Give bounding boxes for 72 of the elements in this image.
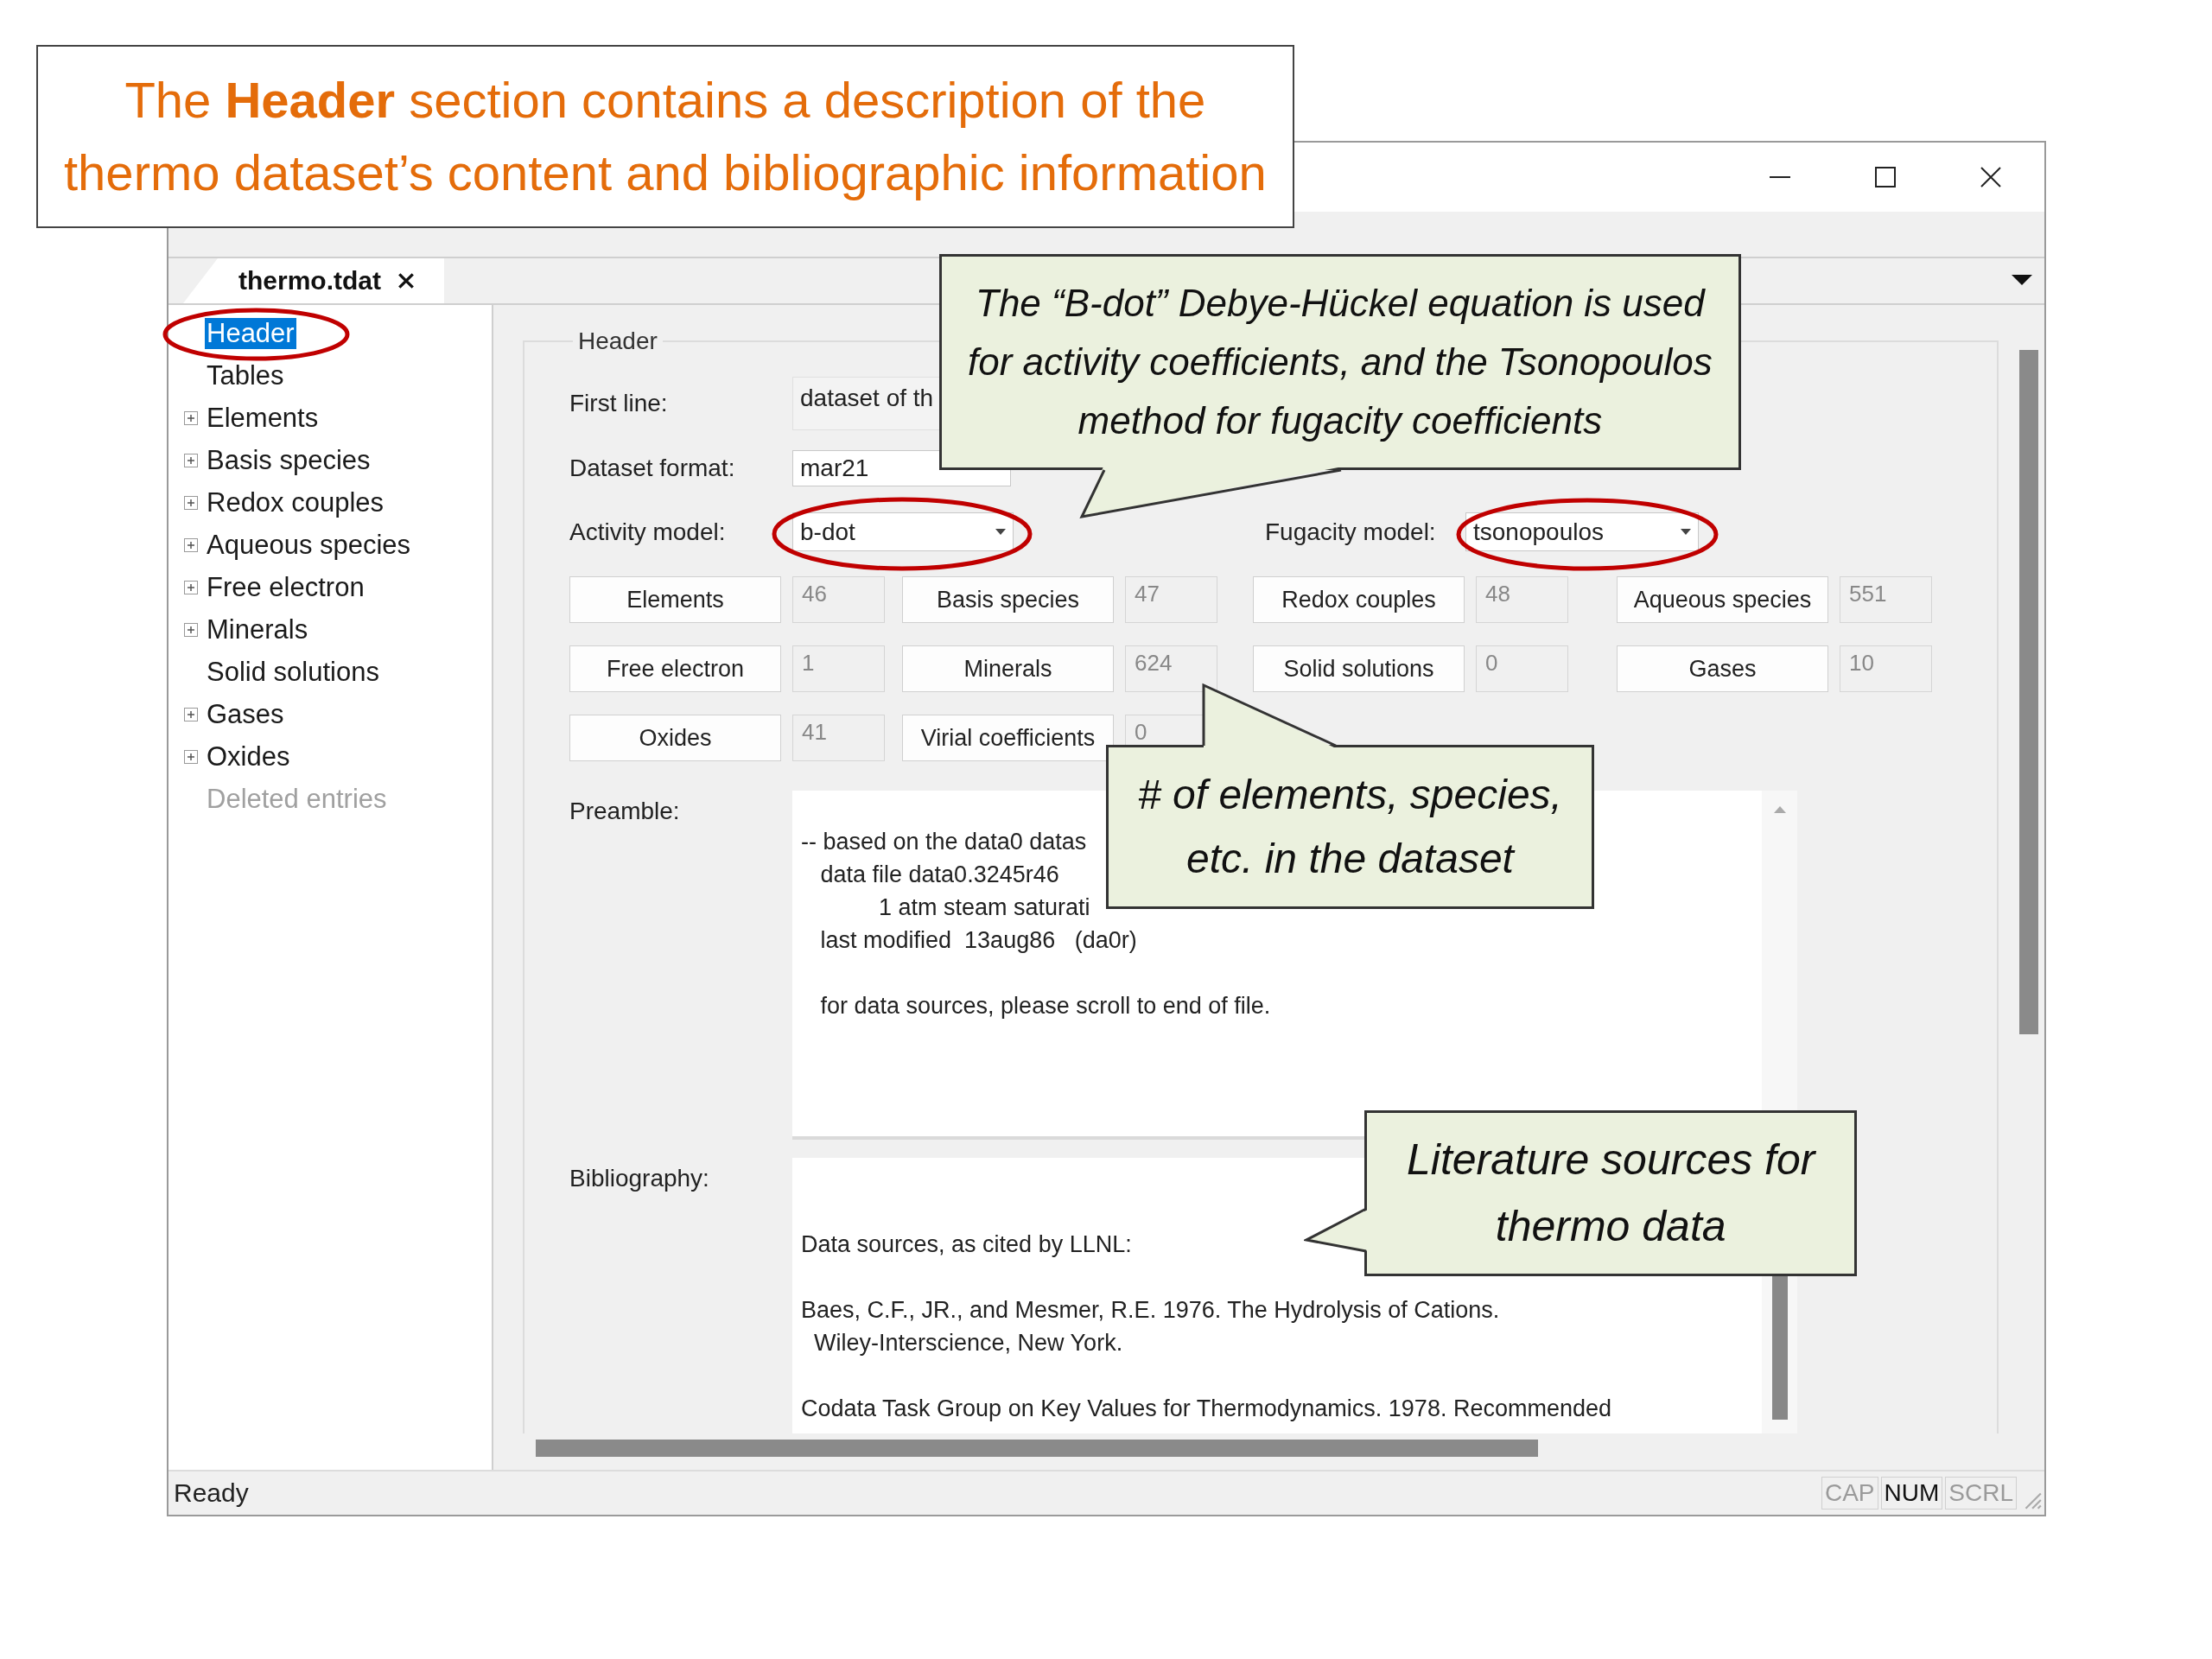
field-label: Dataset format: — [569, 454, 736, 482]
text-line: Wiley-Interscience, New York. — [813, 1329, 1123, 1357]
count-field: 624 — [1125, 645, 1217, 692]
expand-icon[interactable] — [184, 707, 198, 721]
maximize-icon[interactable] — [1874, 166, 1897, 188]
category-button[interactable]: Basis species — [902, 576, 1114, 623]
key-indicator: NUM — [1880, 1477, 1943, 1510]
dropdown-field[interactable]: b-dot — [792, 512, 1014, 551]
field-label: Activity model: — [569, 518, 727, 546]
tree-item[interactable]: Gases — [205, 698, 286, 730]
expand-icon[interactable] — [184, 580, 198, 594]
key-indicator: CAP — [1821, 1477, 1878, 1510]
tree-item[interactable]: Header — [205, 317, 296, 349]
expand-icon[interactable] — [184, 410, 198, 425]
status-text: Ready — [174, 1478, 249, 1508]
banner-text: The Header section contains a description of the thermo dataset’s content and bibliographic information — [64, 71, 1267, 203]
category-button[interactable]: Virial coefficients — [902, 715, 1114, 761]
tree-item[interactable]: Basis species — [205, 444, 372, 476]
text-line: Baes, C.F., JR., and Mesmer, R.E. 1976. The Hydrolysis of Cations. — [801, 1296, 1500, 1325]
tree-item[interactable]: Solid solutions — [205, 656, 381, 688]
callout-text: The “B-dot” Debye-Hückel equation is used for activity coefficients, and the Tsonopoulos method for fugacity coefficients — [968, 281, 1713, 443]
dropdown-arrow-icon[interactable] — [995, 528, 1006, 536]
dropdown-field[interactable]: tsonopoulos — [1465, 512, 1699, 551]
category-button[interactable]: Redox couples — [1253, 576, 1465, 623]
count-field: 1 — [792, 645, 885, 692]
field-label: First line: — [569, 390, 669, 417]
text-line: Codata Task Group on Key Values for Thermodynamics. 1978. Recommended — [801, 1395, 1611, 1423]
document-tab[interactable]: thermo.tdat — [183, 258, 444, 303]
category-button[interactable]: Oxides — [569, 715, 781, 761]
text-line: last modified 13aug86 (da0r) — [819, 926, 1137, 955]
field-label: Bibliography: — [569, 1164, 710, 1192]
tree-item[interactable]: Redox couples — [205, 486, 386, 518]
text-line: -- based on the data0 datas — [801, 828, 1087, 856]
text-line: for data sources, please scroll to end of file. — [819, 992, 1271, 1020]
key-indicator: SCRL — [1945, 1477, 2017, 1510]
category-button[interactable]: Elements — [569, 576, 781, 623]
group-title: Header — [577, 327, 658, 355]
tree-item[interactable]: Elements — [205, 402, 321, 434]
tree-item[interactable]: Oxides — [205, 741, 292, 772]
tree-item[interactable]: Tables — [205, 359, 286, 391]
category-button[interactable]: Gases — [1617, 645, 1828, 692]
category-button[interactable]: Solid solutions — [1253, 645, 1465, 692]
scrollbar-thumb[interactable] — [2019, 350, 2038, 1034]
count-field: 46 — [792, 576, 885, 623]
text-line: 1 atm steam saturati — [878, 893, 1090, 922]
count-field: 47 — [1125, 576, 1217, 623]
count-field: 0 — [1476, 645, 1568, 692]
expand-icon[interactable] — [184, 749, 198, 764]
count-field: 48 — [1476, 576, 1568, 623]
category-button[interactable]: Aqueous species — [1617, 576, 1828, 623]
expand-icon[interactable] — [184, 495, 198, 510]
dropdown-arrow-icon[interactable] — [2012, 275, 2032, 287]
count-field: 10 — [1840, 645, 1932, 692]
close-icon[interactable] — [1980, 166, 2002, 188]
text-line: Data sources, as cited by LLNL: — [801, 1230, 1132, 1259]
text-line: data file data0.3245r46 — [819, 861, 1059, 889]
tree-item[interactable]: Aqueous species — [205, 529, 413, 561]
tree-item[interactable]: Free electron — [205, 571, 366, 603]
category-button[interactable]: Free electron — [569, 645, 781, 692]
count-field: 41 — [792, 715, 885, 761]
field-label: Preamble: — [569, 797, 681, 825]
field-label: Fugacity model: — [1265, 518, 1437, 546]
expand-icon[interactable] — [184, 622, 198, 637]
category-button[interactable]: Minerals — [902, 645, 1114, 692]
tree-item[interactable]: Minerals — [205, 613, 310, 645]
count-field: 551 — [1840, 576, 1932, 623]
close-icon[interactable] — [397, 271, 416, 290]
scroll-up-icon[interactable] — [1773, 806, 1786, 813]
scrollbar-thumb[interactable] — [536, 1440, 1538, 1457]
expand-icon[interactable] — [184, 453, 198, 467]
expand-icon[interactable] — [184, 537, 198, 552]
dropdown-arrow-icon[interactable] — [1681, 528, 1691, 536]
